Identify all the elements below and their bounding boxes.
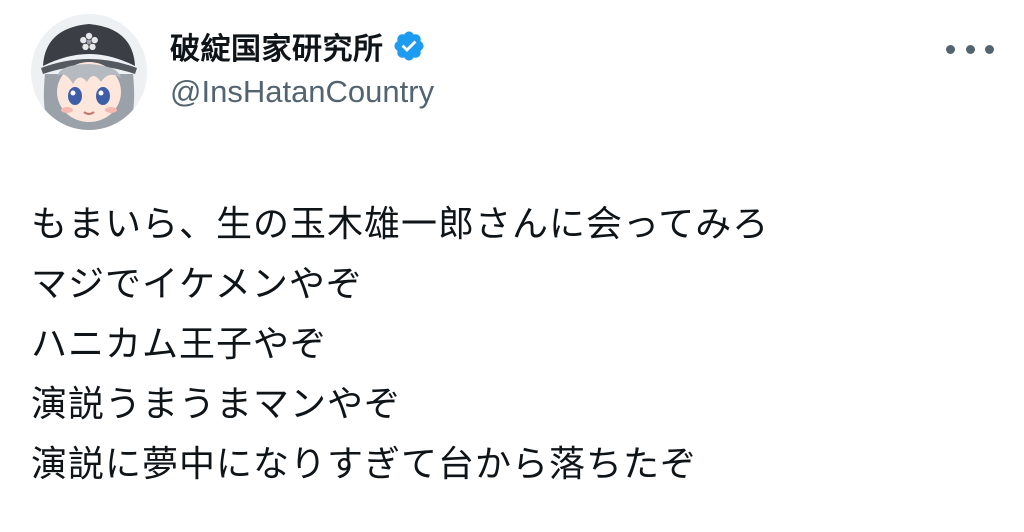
tweet-text: もまいら、生の玉木雄一郎さんに会ってみろ マジでイケメンやぞ ハニカム王子やぞ … xyxy=(31,195,991,495)
author-name-row: 破綻国家研究所 xyxy=(170,22,426,70)
tweet: 破綻国家研究所 @InsHatanCountry もまいら、生の玉木雄一郎さんに… xyxy=(0,0,1024,532)
tweet-line: 演説に夢中になりすぎて台から落ちたぞ xyxy=(31,444,698,485)
verified-badge-icon xyxy=(392,29,426,63)
author-handle[interactable]: @InsHatanCountry xyxy=(170,74,434,110)
tweet-line: マジでイケメンやぞ xyxy=(31,264,363,305)
more-options-icon[interactable] xyxy=(946,36,994,62)
author-display-name[interactable]: 破綻国家研究所 xyxy=(170,24,384,68)
tweet-line: 演説うまうまマンやぞ xyxy=(31,384,402,425)
author-avatar[interactable] xyxy=(31,14,147,130)
tweet-line: ハニカム王子やぞ xyxy=(31,324,328,365)
tweet-line: もまいら、生の玉木雄一郎さんに会ってみろ xyxy=(31,204,770,245)
more-dot xyxy=(965,44,975,54)
more-dot xyxy=(985,44,994,54)
more-dot xyxy=(946,44,955,54)
